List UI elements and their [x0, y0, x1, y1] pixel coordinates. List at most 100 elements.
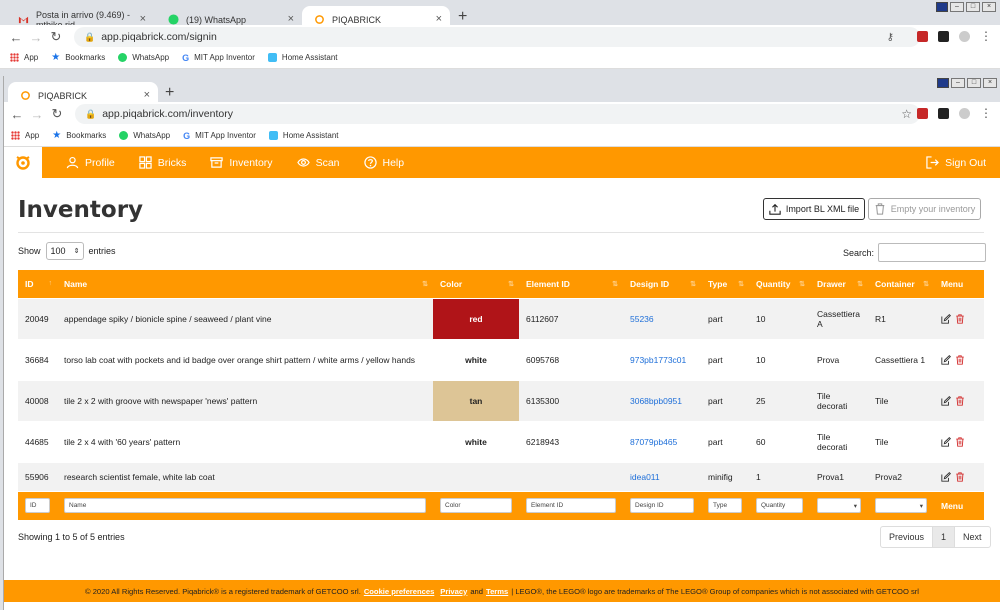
design-id-link[interactable]: 3068bpb0951	[630, 396, 682, 406]
address-bar[interactable]: 🔒 app.piqabrick.com/inventory ☆	[75, 104, 920, 124]
column-header-container[interactable]: Container ⇅	[868, 270, 934, 298]
new-tab-button[interactable]: +	[458, 8, 467, 26]
nav-bricks[interactable]: Bricks	[139, 156, 186, 169]
search-input[interactable]	[878, 243, 987, 262]
cell-quantity: 1	[749, 461, 810, 491]
extension-icon[interactable]	[938, 107, 949, 119]
bookmark-home-assistant[interactable]: Home Assistant	[268, 131, 339, 140]
bookmark-apps[interactable]: App	[11, 131, 39, 140]
bookmark-whatsapp[interactable]: WhatsApp	[119, 131, 170, 140]
ublock-icon[interactable]	[917, 30, 928, 42]
close-tab-icon[interactable]: ×	[140, 13, 146, 25]
empty-inventory-button[interactable]: Empty your inventory	[868, 198, 981, 220]
extension-icon[interactable]	[938, 30, 949, 42]
maximize-button[interactable]: □	[966, 2, 980, 12]
bookmark-mit[interactable]: G MIT App Inventor	[183, 131, 256, 141]
page-1-button[interactable]: 1	[932, 527, 955, 547]
filter-input-id[interactable]: ID	[25, 498, 50, 514]
filter-input-design-id[interactable]: Design ID	[630, 498, 694, 514]
close-tab-icon[interactable]: ×	[144, 89, 150, 101]
forward-icon[interactable]: →	[26, 30, 46, 45]
delete-icon[interactable]	[955, 313, 965, 324]
column-header-design-id[interactable]: Design ID ⇅	[623, 270, 701, 298]
reload-icon[interactable]: ↻	[46, 29, 66, 45]
design-id-link[interactable]: 55236	[630, 314, 654, 324]
column-header-drawer[interactable]: Drawer ⇅	[810, 270, 868, 298]
previous-page-button[interactable]: Previous	[881, 527, 932, 547]
edit-icon[interactable]	[941, 395, 951, 406]
piqabrick-logo[interactable]	[4, 147, 42, 178]
column-header-id[interactable]: ID ↑	[18, 270, 57, 298]
filter-input-quantity[interactable]: Quantity	[756, 498, 803, 514]
nav-scan[interactable]: Scan	[296, 156, 340, 169]
reload-icon[interactable]: ↻	[47, 106, 67, 122]
close-window-button[interactable]: ×	[983, 78, 997, 88]
ublock-icon[interactable]	[917, 107, 928, 119]
new-tab-button[interactable]: +	[165, 84, 174, 102]
bookmark-mit[interactable]: G MIT App Inventor	[182, 53, 255, 63]
filter-select-drawer[interactable]: ▾	[817, 498, 861, 514]
bookmark-whatsapp[interactable]: WhatsApp	[118, 53, 169, 62]
bookmark-home-assistant[interactable]: Home Assistant	[267, 53, 338, 62]
footer-and: and	[470, 586, 483, 596]
edit-icon[interactable]	[941, 436, 951, 447]
nav-help[interactable]: Help	[363, 156, 404, 169]
key-icon[interactable]: ⚷	[887, 32, 894, 43]
design-id-link[interactable]: 973pb1773c01	[630, 355, 686, 365]
bookmark-bookmarks[interactable]: ★ Bookmarks	[51, 52, 105, 63]
close-window-button[interactable]: ×	[982, 2, 996, 12]
maximize-button[interactable]: □	[967, 78, 981, 88]
minimize-button[interactable]: –	[950, 2, 964, 12]
nav-inventory[interactable]: Inventory	[210, 156, 273, 169]
next-page-button[interactable]: Next	[954, 527, 990, 547]
privacy-link[interactable]: Privacy	[440, 587, 467, 596]
minimize-button[interactable]: –	[951, 78, 965, 88]
cell-id: 55906	[18, 461, 57, 491]
close-tab-icon[interactable]: ×	[436, 13, 442, 25]
filter-input-type[interactable]: Type	[708, 498, 742, 514]
column-header-name[interactable]: Name ⇅	[57, 270, 433, 298]
profile-avatar-icon[interactable]	[959, 107, 970, 119]
filter-select-container[interactable]: ▾	[875, 498, 927, 514]
delete-icon[interactable]	[955, 471, 965, 482]
column-header-color[interactable]: Color ⇅	[433, 270, 519, 298]
address-bar[interactable]: 🔒 app.piqabrick.com/signin ⚷	[74, 27, 920, 47]
back-icon[interactable]: ←	[6, 30, 26, 45]
column-header-type[interactable]: Type ⇅	[701, 270, 749, 298]
back-icon[interactable]: ←	[7, 107, 27, 122]
column-header-element-id[interactable]: Element ID ⇅	[519, 270, 623, 298]
menu-dots-icon[interactable]: ⋮	[980, 29, 992, 43]
table-row: 55906 research scientist female, white la…	[18, 461, 984, 491]
design-id-link[interactable]: 87079pb465	[630, 437, 677, 447]
edit-icon[interactable]	[941, 471, 951, 482]
menu-dots-icon[interactable]: ⋮	[980, 106, 992, 120]
search-label: Search:	[843, 247, 875, 258]
filter-input-color[interactable]: Color	[440, 498, 512, 514]
cookie-preferences-link[interactable]: Cookie preferences	[364, 587, 434, 596]
forward-icon[interactable]: →	[27, 107, 47, 122]
bookmark-star-icon[interactable]: ☆	[901, 107, 912, 121]
filter-input-name[interactable]: Name	[64, 498, 426, 514]
edit-icon[interactable]	[941, 354, 951, 365]
column-header-quantity[interactable]: Quantity ⇅	[749, 270, 810, 298]
edit-icon[interactable]	[941, 313, 951, 324]
bookmark-apps[interactable]: App	[10, 53, 38, 62]
upload-icon	[769, 203, 781, 215]
close-tab-icon[interactable]: ×	[288, 13, 294, 25]
table-row: 20049 appendage spiky / bionicle spine / …	[18, 297, 984, 339]
sign-out-link[interactable]: Sign Out	[926, 156, 986, 169]
design-id-link[interactable]: idea011	[630, 472, 660, 482]
bookmark-bookmarks[interactable]: ★ Bookmarks	[52, 130, 106, 141]
cell-drawer: Prova1	[810, 461, 868, 491]
nav-profile[interactable]: Profile	[66, 156, 115, 169]
delete-icon[interactable]	[955, 436, 965, 447]
sort-icon: ⇅	[738, 281, 744, 288]
profile-avatar-icon[interactable]	[959, 30, 970, 42]
filter-input-element-id[interactable]: Element ID	[526, 498, 616, 514]
delete-icon[interactable]	[955, 354, 965, 365]
delete-icon[interactable]	[955, 395, 965, 406]
import-bl-xml-button[interactable]: Import BL XML file	[763, 198, 865, 220]
terms-link[interactable]: Terms	[486, 587, 508, 596]
page-length-select[interactable]: 100 ⇕	[45, 242, 84, 260]
grid-icon	[139, 156, 152, 169]
